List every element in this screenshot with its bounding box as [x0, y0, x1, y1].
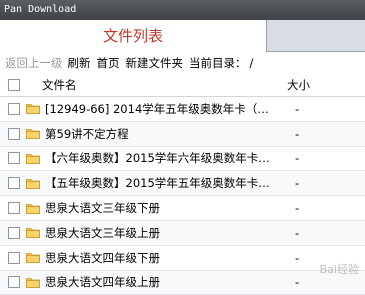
file-name[interactable]: 思泉大语文四年级下册 [45, 250, 280, 266]
tab-file-list[interactable]: 文件列表 [0, 20, 267, 52]
file-row[interactable]: 思泉大语文三年级上册 - [0, 220, 365, 246]
back-button[interactable]: 返回上一级 [5, 55, 63, 71]
toolbar: 返回上一级 刷新 首页 新建文件夹 当前目录： / [0, 52, 365, 74]
row-checkbox[interactable] [8, 202, 20, 215]
watermark: Bai经验 [319, 263, 359, 276]
folder-icon [26, 104, 40, 115]
refresh-button[interactable]: 刷新 [68, 55, 91, 71]
row-checkbox[interactable] [8, 177, 20, 190]
row-checkbox[interactable] [8, 102, 20, 115]
file-row[interactable]: 思泉大语文四年级上册 - [0, 270, 365, 295]
file-name[interactable]: 【六年级奥数】2015学年六年级奥数年卡… [45, 150, 280, 166]
file-row[interactable]: 【六年级奥数】2015学年六年级奥数年卡… - [0, 146, 365, 172]
file-name[interactable]: 思泉大语文三年级下册 [45, 200, 280, 216]
folder-icon [26, 154, 40, 164]
row-checkbox[interactable] [8, 152, 20, 165]
folder-icon [26, 203, 40, 214]
column-size[interactable]: 大小 [287, 77, 365, 93]
file-row[interactable]: 第59讲不定方程 - [0, 121, 365, 147]
file-row[interactable]: 思泉大语文三年级下册 - [0, 196, 365, 221]
folder-icon [26, 228, 40, 239]
file-size: - [295, 151, 300, 166]
file-size: - [295, 225, 300, 240]
current-dir-value: / [249, 56, 254, 70]
file-name[interactable]: 第59讲不定方程 [45, 126, 280, 142]
column-name[interactable]: 文件名 [42, 77, 287, 93]
app-window: Pan Download 文件列表 返回上一级 刷新 首页 新建文件夹 当前目录… [0, 0, 365, 295]
file-list-header: 文件名 大小 [0, 74, 365, 97]
file-size: - [295, 101, 300, 116]
file-row[interactable]: 思泉大语文四年级下册 - [0, 245, 365, 271]
home-button[interactable]: 首页 [97, 55, 120, 71]
folder-icon [26, 129, 40, 140]
file-row[interactable]: 【五年级奥数】2015学年五年级奥数年卡… - [0, 171, 365, 197]
select-all-checkbox[interactable] [8, 79, 20, 91]
file-name[interactable]: 思泉大语文四年级上册 [45, 274, 280, 290]
folder-icon [26, 278, 40, 288]
file-name[interactable]: [12949-66] 2014学年五年级奥数年卡（竞… [45, 101, 280, 117]
file-name[interactable]: 【五年级奥数】2015学年五年级奥数年卡… [45, 175, 280, 191]
row-checkbox[interactable] [8, 226, 20, 239]
file-row[interactable]: [12949-66] 2014学年五年级奥数年卡（竞… - [0, 97, 365, 122]
file-list: [12949-66] 2014学年五年级奥数年卡（竞… - 第59讲不定方程 - 【六年… [0, 97, 365, 295]
file-size: - [295, 275, 300, 290]
file-size: - [295, 126, 300, 141]
new-folder-button[interactable]: 新建文件夹 [126, 55, 184, 71]
folder-icon [26, 253, 40, 264]
window-title: Pan Download [0, 0, 365, 20]
file-size: - [295, 176, 300, 191]
file-size: - [295, 201, 300, 216]
current-dir-label: 当前目录： [189, 56, 247, 70]
folder-icon [26, 178, 40, 189]
file-name[interactable]: 思泉大语文三年级上册 [45, 225, 280, 241]
tab-bar: 文件列表 [0, 20, 365, 52]
row-checkbox[interactable] [8, 251, 20, 264]
row-checkbox[interactable] [8, 127, 20, 140]
